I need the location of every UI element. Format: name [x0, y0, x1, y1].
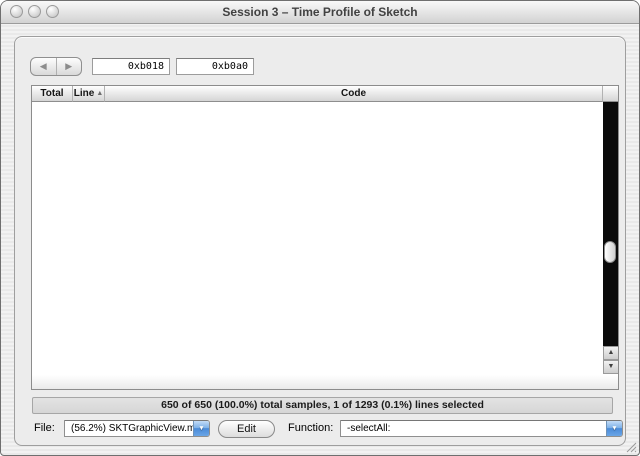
function-dropdown-button[interactable]: ▼	[606, 421, 622, 436]
file-select-value: (56.2%) SKTGraphicView.m	[71, 423, 193, 434]
scrollbar-up-button[interactable]: ▲	[603, 346, 618, 360]
function-select[interactable]: -selectAll: ▼	[340, 420, 623, 437]
column-header-line-label: Line	[73, 88, 95, 99]
column-header-code[interactable]: Code	[105, 86, 603, 102]
file-select[interactable]: (56.2%) SKTGraphicView.m ▼	[64, 420, 210, 437]
column-header-total[interactable]: Total	[32, 86, 73, 102]
vertical-scrollbar-track[interactable]	[603, 102, 618, 346]
address-nav-control: ◀ ▶	[30, 57, 82, 76]
address-field-back[interactable]: 0xb018	[92, 58, 170, 75]
function-select-value: -selectAll:	[347, 423, 391, 434]
function-label: Function:	[288, 422, 334, 434]
resize-grip[interactable]	[624, 440, 637, 453]
app-window: Session 3 – Time Profile of Sketch ◀ ▶ 0…	[0, 0, 640, 456]
code-table: Total Line ▲ Code ▲ ▼	[31, 85, 619, 390]
titlebar[interactable]: Session 3 – Time Profile of Sketch	[1, 1, 639, 24]
status-bar: 650 of 650 (100.0%) total samples, 1 of …	[32, 397, 613, 414]
edit-button[interactable]: Edit	[218, 420, 275, 438]
dropdown-arrow-icon: ▼	[611, 425, 618, 432]
window-title: Session 3 – Time Profile of Sketch	[222, 5, 418, 19]
vertical-scrollbar-thumb[interactable]	[604, 241, 616, 263]
table-bottom-area	[32, 375, 618, 389]
table-header: Total Line ▲ Code	[32, 86, 618, 102]
scrollbar-down-button[interactable]: ▼	[603, 360, 618, 374]
dropdown-arrow-icon: ▼	[198, 425, 205, 432]
file-label: File:	[34, 422, 55, 434]
tab-view-panel: ◀ ▶ 0xb018 0xb0a0 Total Line ▲ Code ▲ ▼ 6…	[14, 36, 626, 446]
column-header-line[interactable]: Line ▲	[73, 86, 105, 102]
file-dropdown-button[interactable]: ▼	[193, 421, 209, 436]
address-field-forward[interactable]: 0xb0a0	[176, 58, 254, 75]
forward-button[interactable]: ▶	[57, 58, 82, 75]
column-header-scroll-spacer	[603, 86, 618, 102]
back-button[interactable]: ◀	[31, 58, 57, 75]
sort-ascending-icon: ▲	[96, 90, 104, 97]
